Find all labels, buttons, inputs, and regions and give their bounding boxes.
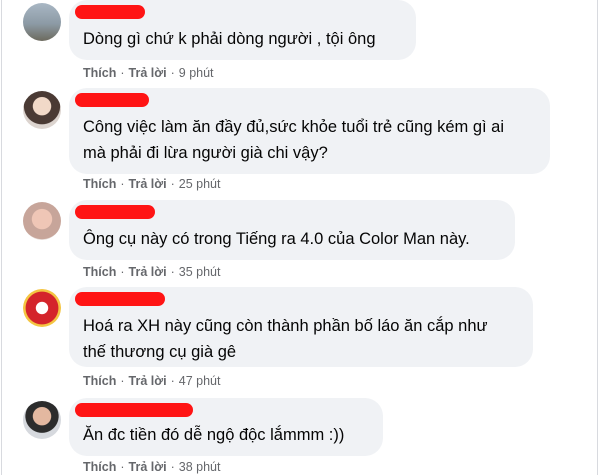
comment-actions: Thích · Trả lời · 9 phút: [83, 66, 214, 80]
comment-bubble: Dòng gì chứ k phải dòng người , tội ông: [69, 0, 416, 60]
avatar[interactable]: [23, 3, 61, 41]
avatar[interactable]: [23, 202, 61, 240]
comment-time: 38 phút: [178, 460, 221, 474]
comment-text: Ăn đc tiền đó dễ ngộ độc lắmmm :)): [83, 426, 345, 444]
like-button[interactable]: Thích: [83, 265, 116, 279]
comment-time: 9 phút: [178, 66, 214, 80]
comment-actions: Thích · Trả lời · 35 phút: [83, 265, 221, 279]
comment-time: 35 phút: [178, 265, 221, 279]
reply-button[interactable]: Trả lời: [129, 460, 167, 474]
comment-time: 25 phút: [178, 177, 221, 191]
redacted-author-name: [75, 403, 193, 417]
reply-button[interactable]: Trả lời: [129, 265, 167, 279]
comment-bubble: Ông cụ này có trong Tiếng ra 4.0 của Col…: [69, 200, 515, 260]
comment-text: Hoá ra XH này cũng còn thành phần bố láo…: [83, 317, 488, 361]
comment-actions: Thích · Trả lời · 25 phút: [83, 177, 221, 191]
redacted-author-name: [75, 93, 149, 107]
frame-border-right: [597, 0, 598, 475]
like-button[interactable]: Thích: [83, 460, 116, 474]
avatar[interactable]: [23, 289, 61, 327]
comment-bubble: Công việc làm ăn đầy đủ,sức khỏe tuổi tr…: [69, 88, 550, 174]
redacted-author-name: [75, 292, 165, 306]
comment-bubble: Ăn đc tiền đó dễ ngộ độc lắmmm :)): [69, 398, 383, 456]
comment-text: Dòng gì chứ k phải dòng người , tội ông: [83, 30, 376, 48]
comment-actions: Thích · Trả lời · 38 phút: [83, 460, 221, 474]
frame-border-left: [1, 0, 2, 475]
like-button[interactable]: Thích: [83, 374, 116, 388]
comment-text: Ông cụ này có trong Tiếng ra 4.0 của Col…: [83, 230, 470, 248]
redacted-author-name: [75, 205, 155, 219]
redacted-author-name: [75, 5, 145, 19]
avatar[interactable]: [23, 91, 61, 129]
comment-text: Công việc làm ăn đầy đủ,sức khỏe tuổi tr…: [83, 118, 505, 162]
comment-bubble: Hoá ra XH này cũng còn thành phần bố láo…: [69, 287, 533, 367]
like-button[interactable]: Thích: [83, 177, 116, 191]
reply-button[interactable]: Trả lời: [129, 177, 167, 191]
reply-button[interactable]: Trả lời: [129, 374, 167, 388]
reply-button[interactable]: Trả lời: [129, 66, 167, 80]
comment-time: 47 phút: [178, 374, 221, 388]
avatar[interactable]: [23, 401, 61, 439]
like-button[interactable]: Thích: [83, 66, 116, 80]
comment-actions: Thích · Trả lời · 47 phút: [83, 374, 221, 388]
